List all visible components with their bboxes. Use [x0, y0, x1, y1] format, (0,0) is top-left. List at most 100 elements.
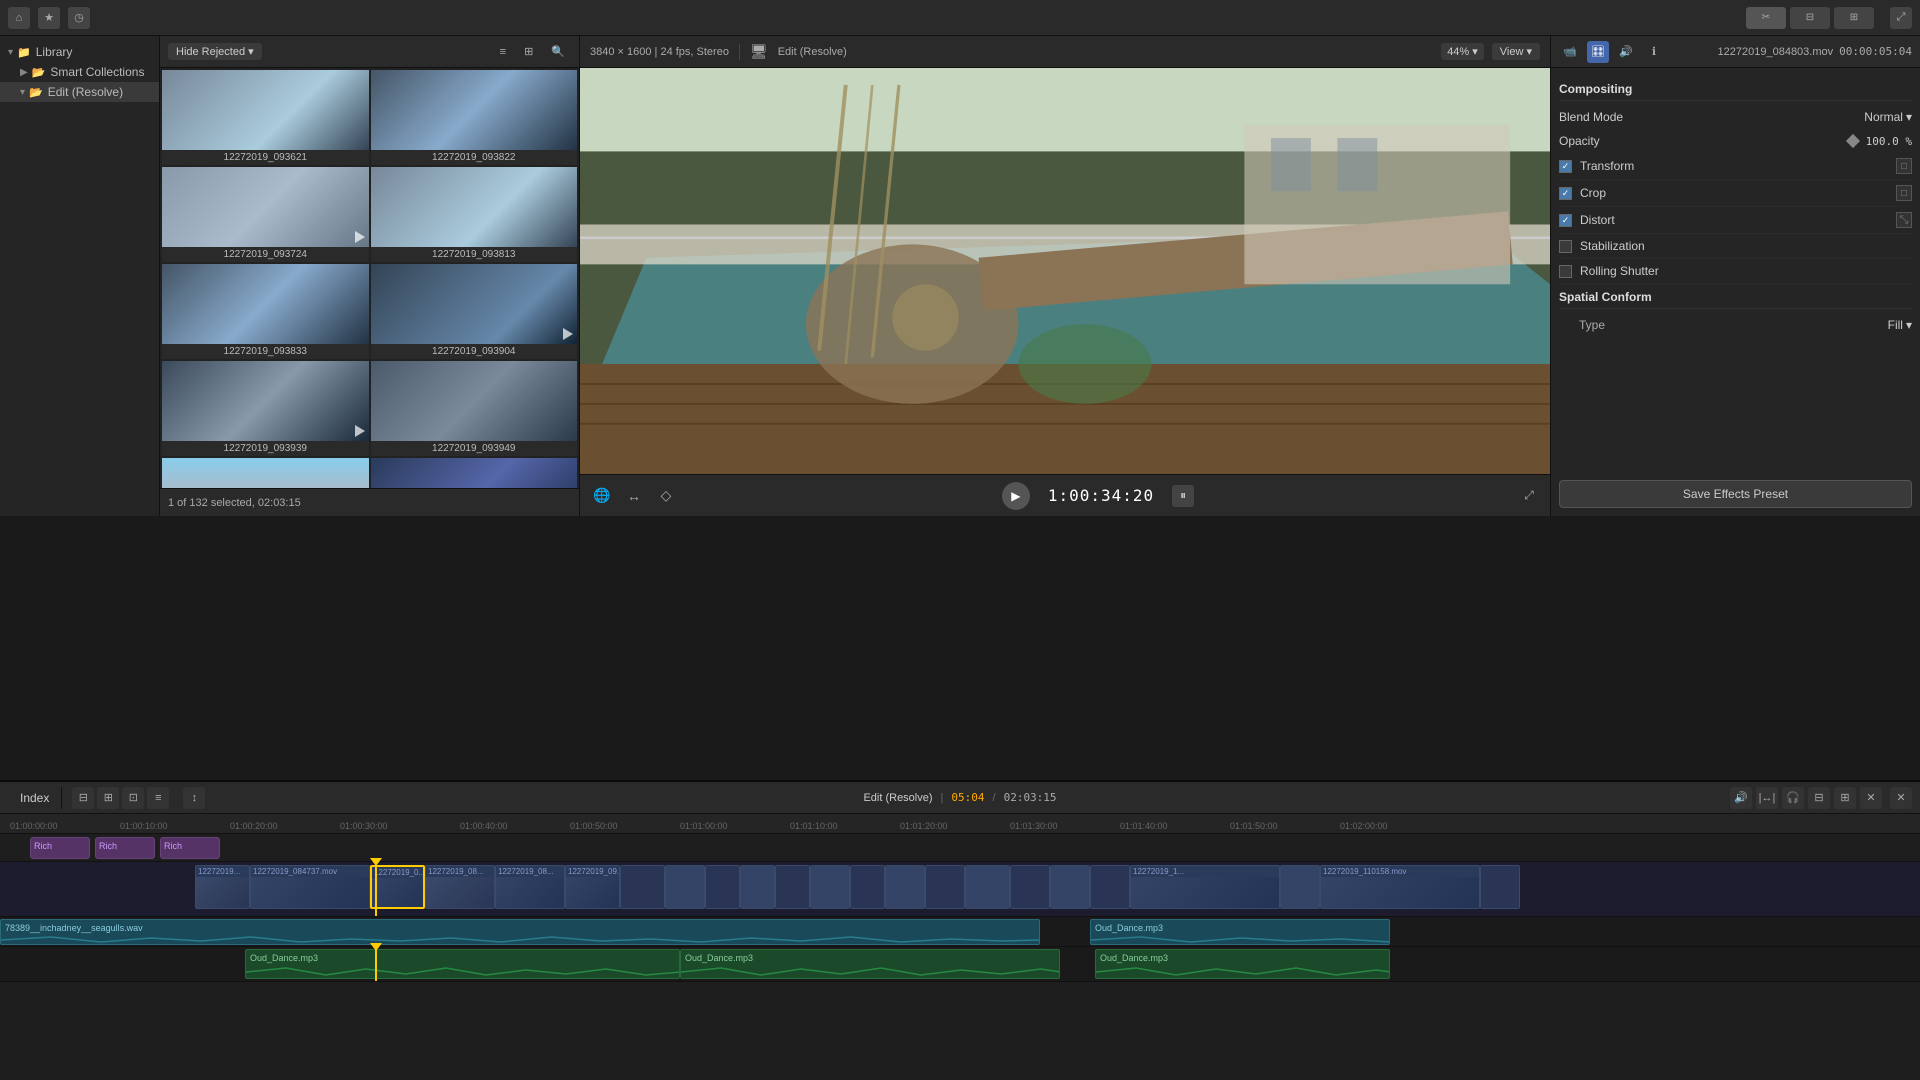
media-thumb[interactable]: 12272019_093939: [162, 361, 369, 456]
pause-btn[interactable]: ⏸: [1172, 485, 1194, 507]
tracks-scroll[interactable]: Rich Rich Rich 12272019...: [0, 834, 1920, 1080]
transform-expand[interactable]: □: [1896, 158, 1912, 174]
video-clip-5[interactable]: 12272019_09...: [565, 865, 620, 909]
hide-rejected-btn[interactable]: Hide Rejected ▾: [168, 43, 262, 60]
smart-collections-icon: 📂: [32, 66, 46, 79]
library-panel: ▾ 📁 Library ▶ 📂 Smart Collections ▾ 📂 Ed…: [0, 36, 160, 516]
index-tab[interactable]: Index: [8, 787, 62, 809]
video-clip-15[interactable]: [965, 865, 1010, 909]
snap-btn[interactable]: |↔|: [1756, 787, 1778, 809]
timeline-tool-4[interactable]: ≡: [147, 787, 169, 809]
video-clip-13[interactable]: [885, 865, 925, 909]
globe-btn[interactable]: 🌐: [590, 484, 614, 508]
media-thumb[interactable]: 12272019_093822: [371, 70, 578, 165]
view-btn[interactable]: View ▾: [1492, 43, 1540, 60]
clip-rich-2[interactable]: Rich: [95, 837, 155, 859]
play-indicator: [563, 328, 573, 340]
media-thumb[interactable]: 12272019_093813: [371, 167, 578, 262]
timeline-tool-3[interactable]: ⊡: [122, 787, 144, 809]
video-clip-4[interactable]: 12272019_08...: [495, 865, 565, 909]
clock-icon[interactable]: ◷: [68, 7, 90, 29]
video-clip-14[interactable]: [925, 865, 965, 909]
video-clip-11[interactable]: [810, 865, 850, 909]
audio-level-btn[interactable]: 🔊: [1730, 787, 1752, 809]
audio-clip-seagulls[interactable]: 78389__inchadney__seagulls.wav: [0, 919, 1040, 945]
media-thumb[interactable]: 12272019_093949: [371, 361, 578, 456]
effects-btn[interactable]: ⊞: [1834, 787, 1856, 809]
distort-checkbox[interactable]: [1559, 214, 1572, 227]
media-thumb[interactable]: 12272019_093833: [162, 264, 369, 359]
fullscreen-icon[interactable]: ⤢: [1518, 485, 1540, 507]
video-clip-selected[interactable]: 12272019_0...: [370, 865, 425, 909]
audio-inspector-btn[interactable]: 🔊: [1615, 41, 1637, 63]
video-clip-2[interactable]: 12272019_084737.mov: [250, 865, 370, 909]
play-button[interactable]: ▶: [1002, 482, 1030, 510]
audio-clip-oud-2[interactable]: Oud_Dance.mp3: [680, 949, 1060, 979]
type-selector[interactable]: Fill ▾: [1888, 318, 1912, 332]
mixer-btn[interactable]: ⊟: [1808, 787, 1830, 809]
info-inspector-btn[interactable]: ℹ: [1643, 41, 1665, 63]
video-clip-18[interactable]: [1090, 865, 1130, 909]
crop-expand[interactable]: □: [1896, 185, 1912, 201]
blend-mode-selector[interactable]: Normal ▾: [1864, 110, 1912, 124]
video-clip-last[interactable]: 12272019_110158.mov: [1320, 865, 1480, 909]
media-thumb[interactable]: 12272019_094049: [371, 458, 578, 488]
library-item-library[interactable]: ▾ 📁 Library: [0, 42, 159, 62]
audio-clip-oud-3[interactable]: Oud_Dance.mp3: [1095, 949, 1390, 979]
media-thumb[interactable]: 12272019_093904: [371, 264, 578, 359]
clip-rich-1[interactable]: Rich: [30, 837, 90, 859]
transform-checkbox[interactable]: [1559, 160, 1572, 173]
video-clip-20[interactable]: [1480, 865, 1520, 909]
list-view-btn[interactable]: ≡: [494, 44, 512, 60]
audio-clip-oud-1[interactable]: Oud_Dance.mp3: [245, 949, 680, 979]
zoom-selector[interactable]: 44% ▾: [1441, 43, 1484, 60]
inspector-active-btn[interactable]: 🎛: [1587, 41, 1609, 63]
video-clip-9[interactable]: [740, 865, 775, 909]
timeline-mode-btn: ↕: [183, 787, 205, 809]
media-bin-toolbar: Hide Rejected ▾ ≡ ⊞ 🔍: [160, 36, 579, 68]
stabilization-checkbox[interactable]: [1559, 240, 1572, 253]
fusion-page-btn[interactable]: ⊞: [1834, 7, 1874, 29]
fullscreen-btn[interactable]: ⤢: [1890, 7, 1912, 29]
video-clip-17[interactable]: [1050, 865, 1090, 909]
close-btn[interactable]: ✕: [1890, 787, 1912, 809]
video-clip-19[interactable]: [1280, 865, 1320, 909]
cut-page-btn[interactable]: ✂: [1746, 7, 1786, 29]
video-clip-1[interactable]: 12272019...: [195, 865, 250, 909]
video-clip-7[interactable]: [665, 865, 705, 909]
headphones-btn[interactable]: 🎧: [1782, 787, 1804, 809]
media-thumb[interactable]: 12272019_094032: [162, 458, 369, 488]
search-btn[interactable]: 🔍: [545, 43, 571, 60]
star-icon[interactable]: ★: [38, 7, 60, 29]
timeline-tool-2[interactable]: ⊞: [97, 787, 119, 809]
audio-clip-seagulls-2[interactable]: Oud_Dance.mp3: [1090, 919, 1390, 945]
settings-btn[interactable]: ✕: [1860, 787, 1882, 809]
distort-expand[interactable]: ⤡: [1896, 212, 1912, 228]
timeline-center-info: Edit (Resolve) | 05:04 / 02:03:15: [863, 791, 1056, 804]
timeline-tool-1[interactable]: ⊟: [72, 787, 94, 809]
media-thumb[interactable]: 12272019_093724: [162, 167, 369, 262]
timeline-mode[interactable]: ↕: [183, 787, 205, 809]
video-clip-16[interactable]: [1010, 865, 1050, 909]
video-inspector-btn[interactable]: 📹: [1559, 41, 1581, 63]
video-clip-3[interactable]: 12272019_08...: [425, 865, 495, 909]
keyframe-btn[interactable]: ◇: [654, 484, 678, 508]
opacity-keyframe[interactable]: [1846, 134, 1860, 148]
transform-btn[interactable]: ↔: [622, 484, 646, 508]
video-clip-6[interactable]: [620, 865, 665, 909]
crop-checkbox[interactable]: [1559, 187, 1572, 200]
viewer-icon[interactable]: 🖥: [750, 43, 768, 60]
media-thumb[interactable]: 12272019_093621: [162, 70, 369, 165]
clip-rich-3[interactable]: Rich: [160, 837, 220, 859]
video-clip-10[interactable]: [775, 865, 810, 909]
save-preset-btn[interactable]: Save Effects Preset: [1559, 480, 1912, 508]
rolling-shutter-checkbox[interactable]: [1559, 265, 1572, 278]
home-icon[interactable]: ⌂: [8, 7, 30, 29]
video-clip-12[interactable]: [850, 865, 885, 909]
grid-view-btn[interactable]: ⊞: [518, 43, 539, 60]
library-item-smart-collections[interactable]: ▶ 📂 Smart Collections: [0, 62, 159, 82]
edit-page-btn[interactable]: ⊟: [1790, 7, 1830, 29]
library-item-edit-resolve[interactable]: ▾ 📂 Edit (Resolve): [0, 82, 159, 102]
video-clip-8[interactable]: [705, 865, 740, 909]
video-clip-long[interactable]: 12272019_1...: [1130, 865, 1280, 909]
